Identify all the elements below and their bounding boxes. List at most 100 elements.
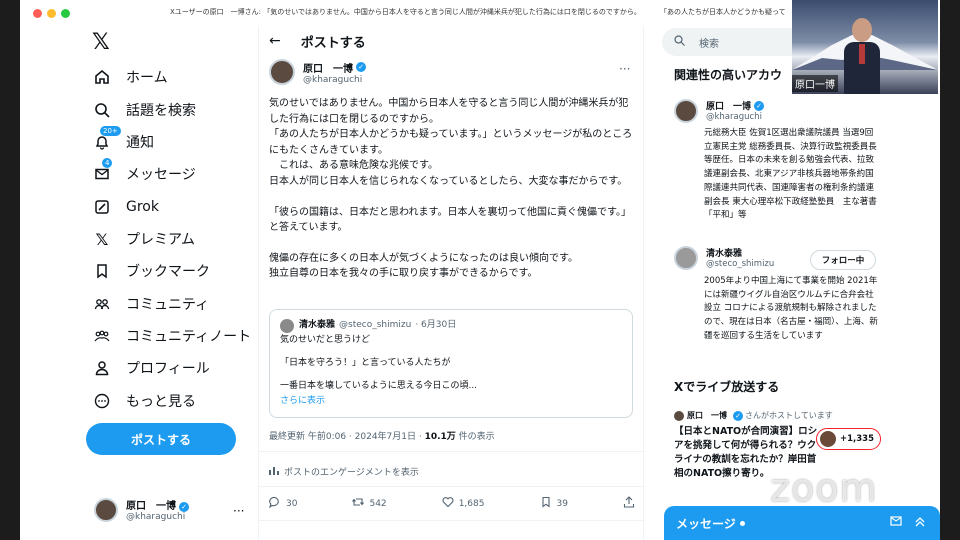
nav-label-notifications: 通知 (126, 135, 154, 151)
mail-icon: 4 (92, 158, 113, 184)
share-button[interactable] (623, 496, 635, 511)
x-logo-icon[interactable]: 𝕏 (92, 30, 110, 55)
quote-author-name: 清水泰雅 (299, 320, 336, 330)
post-detail-column: ← ポストする 原口 一博 ✓ @kharaguchi ··· 気のせいではありま… (258, 26, 645, 540)
search-icon (674, 35, 685, 49)
community-notes-icon (92, 326, 112, 346)
related-account-handle: @kharaguchi (706, 112, 762, 122)
related-accounts-title: 関連性の高いアカウ (674, 68, 783, 82)
nav-item-notifications[interactable]: 20+ 通知 (92, 126, 154, 157)
nav-item-premium[interactable]: 𝕏 プレミアム (92, 224, 195, 254)
nav-label-community-notes: コミュニティノート (126, 329, 252, 345)
analytics-icon (269, 465, 279, 478)
nav-label-bookmarks: ブックマーク (126, 264, 210, 280)
account-more-icon[interactable]: ··· (233, 504, 244, 518)
verified-icon: ✓ (179, 502, 189, 512)
reply-button[interactable]: 30 (269, 496, 297, 511)
participant-name: 原口一博 (792, 75, 838, 92)
more-icon (92, 391, 112, 411)
verified-icon: ✓ (754, 100, 765, 111)
related-account-bio: 元総務大臣 佐賀1区選出衆議院議員 当選9回 立憲民主党 総務委員長、決算行政監… (704, 128, 877, 221)
bookmark-icon (540, 496, 552, 511)
bookmark-icon (92, 261, 112, 281)
bookmark-button[interactable]: 39 (540, 496, 568, 511)
notifications-badge: 20+ (100, 126, 121, 136)
account-switcher[interactable]: 原口 一博 ✓ @kharaguchi (94, 497, 189, 522)
participant-figure (844, 18, 880, 94)
quote-spacer (280, 348, 622, 356)
nav-label-explore: 話題を検索 (126, 103, 196, 119)
nav-item-grok[interactable]: Grok (92, 192, 159, 222)
view-count: 10.1万 (424, 432, 456, 442)
quote-avatar (280, 318, 294, 333)
messages-drawer-label: メッセージ (676, 516, 736, 531)
quote-line: 一番日本を壊しているように思える今日この頃... (280, 381, 478, 391)
verified-icon: ✓ (733, 410, 743, 421)
engagement-link[interactable]: ポストのエンゲージメントを表示 (269, 465, 419, 478)
bookmark-count: 39 (556, 498, 568, 509)
nav-label-more: もっと見る (126, 394, 196, 410)
minimize-window-button[interactable] (47, 9, 56, 18)
related-account[interactable]: 清水泰雅 @steco_shimizu (674, 246, 774, 270)
post-body: 気のせいではありません。中国から日本人を守ると言う同じ人間が沖縄米兵が犯した行為… (269, 96, 635, 282)
post-meta: 最終更新 午前0:06 · 2024年7月1日 · 10.1万 件の表示 (269, 429, 495, 442)
show-more-link[interactable]: さらに表示 (280, 394, 622, 409)
search-icon (92, 100, 112, 120)
post-actions: 30 542 1,685 39 (269, 496, 635, 511)
following-button[interactable]: フォロー中 (810, 250, 876, 270)
divider (259, 451, 645, 452)
avatar (820, 431, 836, 447)
nav-item-messages[interactable]: 4 メッセージ (92, 158, 196, 189)
profile-icon (92, 358, 112, 378)
avatar[interactable] (674, 246, 698, 270)
post-timestamp: 最終更新 午前0:06 · 2024年7月1日 · (269, 432, 425, 442)
new-message-icon[interactable] (890, 515, 902, 530)
reply-icon (269, 496, 281, 511)
community-icon (92, 294, 112, 314)
page-title: ポストする (300, 35, 366, 51)
live-section-title: Xでライブ放送する (674, 380, 780, 394)
live-host-name: 原口 一博 (687, 411, 727, 420)
nav-item-bookmarks[interactable]: ブックマーク (92, 256, 210, 286)
account-name: 原口 一博 ✓ (126, 497, 189, 512)
repost-button[interactable]: 542 (352, 496, 387, 511)
home-icon (92, 67, 112, 87)
quote-line: 「日本を守ろう！」と言っている人たちが (280, 358, 451, 368)
avatar[interactable] (674, 99, 698, 123)
messages-badge: 4 (102, 158, 113, 168)
like-button[interactable]: 1,685 (442, 496, 485, 511)
back-arrow-icon[interactable]: ← (269, 33, 281, 49)
post-paragraph: 傀儡の存在に多くの日本人が気づくようになったのは良い傾向です。 独立自尊の日本を… (269, 252, 578, 280)
avatar (94, 497, 118, 522)
nav-item-explore[interactable]: 話題を検索 (92, 95, 196, 125)
related-account-handle: @steco_shimizu (706, 259, 775, 269)
repost-count: 542 (369, 498, 387, 509)
post-more-icon[interactable]: ··· (619, 62, 630, 76)
quote-date: · 6月30日 (415, 320, 457, 330)
participant-tie (859, 44, 865, 64)
nav-item-community-notes[interactable]: コミュニティノート (92, 321, 251, 351)
nav-item-home[interactable]: ホーム (92, 62, 168, 92)
post-header: ← ポストする (259, 26, 645, 56)
close-window-button[interactable] (33, 9, 42, 18)
nav-item-profile[interactable]: プロフィール (92, 353, 210, 383)
live-listener-count[interactable]: +1,335 (816, 428, 882, 450)
participant-head (852, 18, 872, 42)
post-author[interactable]: 原口 一博 ✓ @kharaguchi (269, 59, 366, 85)
author-name-text: 原口 一博 (303, 63, 353, 75)
video-participant-tile[interactable]: 原口一博 (792, 0, 938, 94)
expand-chevron-icon[interactable] (914, 515, 926, 530)
quote-line: 気のせいだと思うけど (280, 335, 371, 345)
like-count: 1,685 (458, 498, 485, 509)
related-account[interactable]: 原口 一博 ✓ @kharaguchi (674, 99, 765, 123)
maximize-window-button[interactable] (61, 9, 70, 18)
post-button[interactable]: ポストする (86, 423, 236, 455)
author-avatar[interactable] (269, 59, 295, 85)
live-count-value: +1,335 (840, 434, 875, 444)
nav-item-communities[interactable]: コミュニティ (92, 289, 209, 319)
messages-drawer[interactable]: メッセージ (664, 506, 940, 540)
nav-label-profile: プロフィール (126, 361, 210, 377)
nav-item-more[interactable]: もっと見る (92, 386, 196, 416)
related-account-bio: 2005年より中国上海にて事業を開始 2021年には新疆ウイグル自治区ウルムチに… (704, 276, 878, 341)
quoted-post[interactable]: 清水泰雅 @steco_shimizu · 6月30日 気のせいだと思うけど 「… (269, 309, 633, 418)
